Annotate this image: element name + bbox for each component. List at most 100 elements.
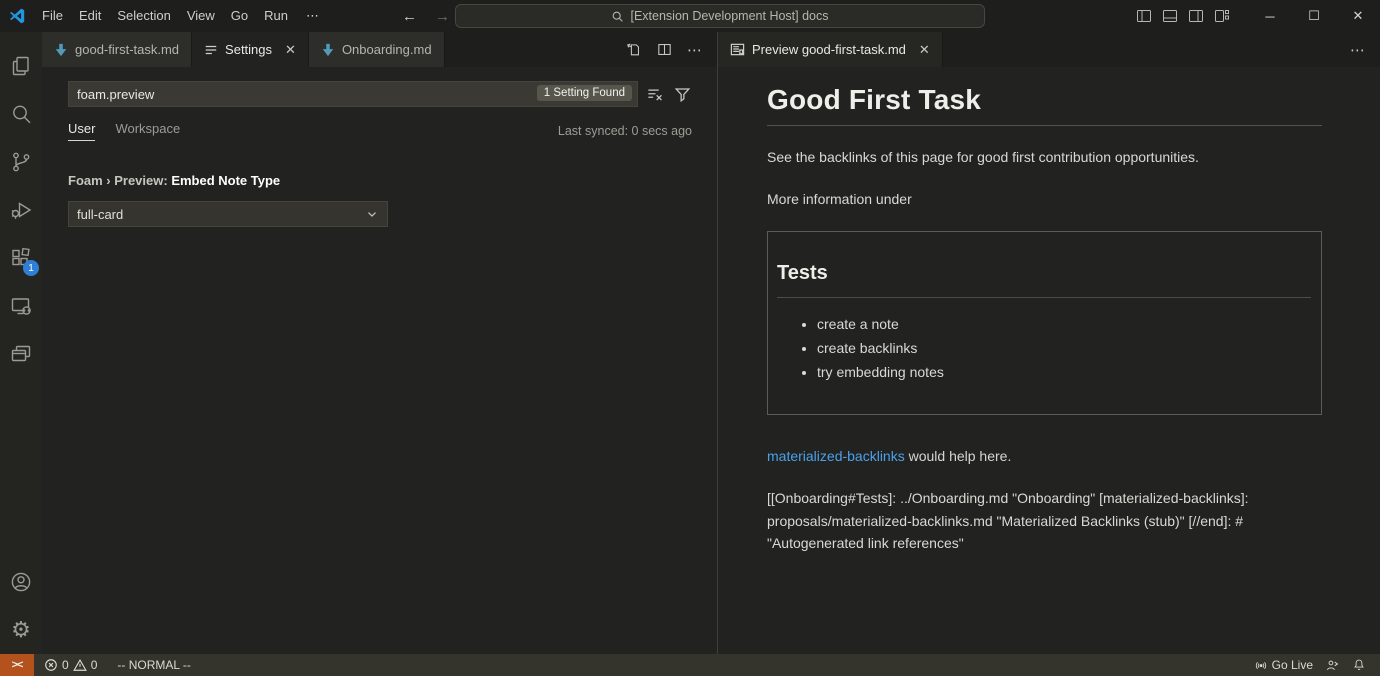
vscode-window: File Edit Selection View Go Run ⋯ ← → [E… xyxy=(0,0,1380,676)
markdown-file-icon xyxy=(321,43,335,57)
toggle-secondary-sidebar-icon[interactable] xyxy=(1188,8,1204,24)
search-sidebar-icon[interactable] xyxy=(0,90,42,138)
warning-count: 0 xyxy=(91,658,98,672)
link-paragraph: materialized-backlinks would help here. xyxy=(767,448,1322,464)
remote-indicator[interactable]: >< xyxy=(0,654,34,676)
go-back-icon[interactable]: ← xyxy=(402,8,417,25)
close-window-button[interactable]: ✕ xyxy=(1336,0,1380,32)
markdown-file-icon xyxy=(54,43,68,57)
tab-label: good-first-task.md xyxy=(75,42,179,57)
heading-rule xyxy=(767,125,1322,126)
command-center-text: [Extension Development Host] docs xyxy=(630,9,828,23)
menu-more-icon[interactable]: ⋯ xyxy=(296,8,330,24)
materialized-backlinks-link[interactable]: materialized-backlinks xyxy=(767,448,905,464)
run-debug-icon[interactable] xyxy=(0,186,42,234)
extensions-badge: 1 xyxy=(23,260,39,276)
setting-name: Embed Note Type xyxy=(171,173,280,188)
go-live-button[interactable]: Go Live xyxy=(1248,654,1319,676)
menu-edit[interactable]: Edit xyxy=(71,1,109,31)
link-suffix-text: would help here. xyxy=(905,448,1012,464)
status-bar: >< 0 0 -- NORMAL -- Go Live xyxy=(0,654,1380,676)
setting-item-embed-note-type: Foam › Preview: Embed Note Type full-car… xyxy=(68,173,717,227)
command-center-search[interactable]: [Extension Development Host] docs xyxy=(455,4,985,28)
tests-heading-rule xyxy=(777,297,1311,298)
editor-group-left: good-first-task.md Settings ✕ Onboarding… xyxy=(42,32,717,654)
tab-label: Onboarding.md xyxy=(342,42,432,57)
remote-explorer-icon[interactable] xyxy=(0,282,42,330)
split-editor-icon[interactable] xyxy=(656,41,673,58)
search-icon xyxy=(611,10,624,23)
setting-category: Foam › Preview: xyxy=(68,173,171,188)
tests-list: create a note create backlinks try embed… xyxy=(777,316,1311,380)
preview-paragraph: See the backlinks of this page for good … xyxy=(767,147,1322,168)
menu-selection[interactable]: Selection xyxy=(109,1,178,31)
multiple-windows-icon[interactable] xyxy=(0,330,42,378)
link-references-paragraph: [[Onboarding#Tests]: ../Onboarding.md "O… xyxy=(767,487,1322,555)
notifications-button[interactable] xyxy=(1346,654,1372,676)
tab-label: Settings xyxy=(225,42,272,57)
bell-icon xyxy=(1352,658,1366,672)
editor-more-actions-icon[interactable]: ⋯ xyxy=(1350,41,1366,59)
scope-tab-user[interactable]: User xyxy=(68,121,95,141)
tab-preview-good-first-task[interactable]: Preview good-first-task.md ✕ xyxy=(718,32,943,67)
close-tab-icon[interactable]: ✕ xyxy=(919,42,930,58)
feedback-person-icon xyxy=(1325,658,1340,673)
minimize-button[interactable]: ─ xyxy=(1248,0,1292,32)
settings-search-box[interactable]: 1 Setting Found xyxy=(68,81,638,107)
source-control-icon[interactable] xyxy=(0,138,42,186)
tab-bar-right: Preview good-first-task.md ✕ ⋯ xyxy=(718,32,1380,67)
title-bar: File Edit Selection View Go Run ⋯ ← → [E… xyxy=(0,0,1380,32)
maximize-button[interactable]: ☐ xyxy=(1292,0,1336,32)
remote-window-icon: >< xyxy=(12,659,23,671)
list-item: create a note xyxy=(817,316,1311,332)
tab-settings[interactable]: Settings ✕ xyxy=(192,32,309,67)
error-count: 0 xyxy=(62,658,69,672)
preview-title: Good First Task xyxy=(767,84,1322,116)
filter-icon[interactable] xyxy=(673,85,692,104)
tab-bar-left: good-first-task.md Settings ✕ Onboarding… xyxy=(42,32,717,67)
open-preview-icon xyxy=(730,42,745,57)
warnings-icon xyxy=(73,658,87,672)
scope-tab-workspace[interactable]: Workspace xyxy=(115,121,180,141)
settings-list-icon xyxy=(204,43,218,57)
activity-bar: 1 ⚙ xyxy=(0,32,42,654)
settings-scope-tabs: User Workspace Last synced: 0 secs ago xyxy=(68,121,692,141)
go-forward-icon[interactable]: → xyxy=(435,8,450,25)
close-tab-icon[interactable]: ✕ xyxy=(285,42,296,58)
settings-gear-icon[interactable]: ⚙ xyxy=(0,606,42,654)
menu-view[interactable]: View xyxy=(179,1,223,31)
embed-note-type-dropdown[interactable]: full-card xyxy=(68,201,388,227)
customize-layout-icon[interactable] xyxy=(1214,8,1230,24)
tab-onboarding[interactable]: Onboarding.md xyxy=(309,32,445,67)
errors-icon xyxy=(44,658,58,672)
account-icon[interactable] xyxy=(0,558,42,606)
extensions-icon[interactable]: 1 xyxy=(0,234,42,282)
editor-group-right: Preview good-first-task.md ✕ ⋯ Good Firs… xyxy=(717,32,1380,654)
vim-mode-indicator[interactable]: -- NORMAL -- xyxy=(111,654,197,676)
go-live-label: Go Live xyxy=(1272,658,1313,672)
tab-good-first-task[interactable]: good-first-task.md xyxy=(42,32,192,67)
last-synced-label: Last synced: 0 secs ago xyxy=(558,124,692,138)
menu-file[interactable]: File xyxy=(34,1,71,31)
list-item: try embedding notes xyxy=(817,364,1311,380)
embedded-note-card: Tests create a note create backlinks try… xyxy=(767,231,1322,415)
menu-go[interactable]: Go xyxy=(223,1,256,31)
toggle-panel-icon[interactable] xyxy=(1162,8,1178,24)
vscode-logo-icon xyxy=(0,7,34,25)
tests-heading: Tests xyxy=(777,262,1311,285)
settings-results-badge: 1 Setting Found xyxy=(537,85,632,101)
explorer-icon[interactable] xyxy=(0,42,42,90)
menu-run[interactable]: Run xyxy=(256,1,296,31)
clear-search-results-icon[interactable] xyxy=(646,85,665,104)
tab-label: Preview good-first-task.md xyxy=(752,42,906,57)
editor-more-actions-icon[interactable]: ⋯ xyxy=(687,41,703,59)
preview-paragraph: More information under xyxy=(767,189,1322,210)
chevron-down-icon xyxy=(365,207,379,221)
toggle-primary-sidebar-icon[interactable] xyxy=(1136,8,1152,24)
list-item: create backlinks xyxy=(817,340,1311,356)
problems-indicator[interactable]: 0 0 xyxy=(38,654,103,676)
open-settings-json-icon[interactable] xyxy=(625,41,642,58)
settings-editor: 1 Setting Found User Workspace Last sync… xyxy=(42,67,717,654)
markdown-preview: Good First Task See the backlinks of thi… xyxy=(718,67,1380,654)
feedback-button[interactable] xyxy=(1319,654,1346,676)
